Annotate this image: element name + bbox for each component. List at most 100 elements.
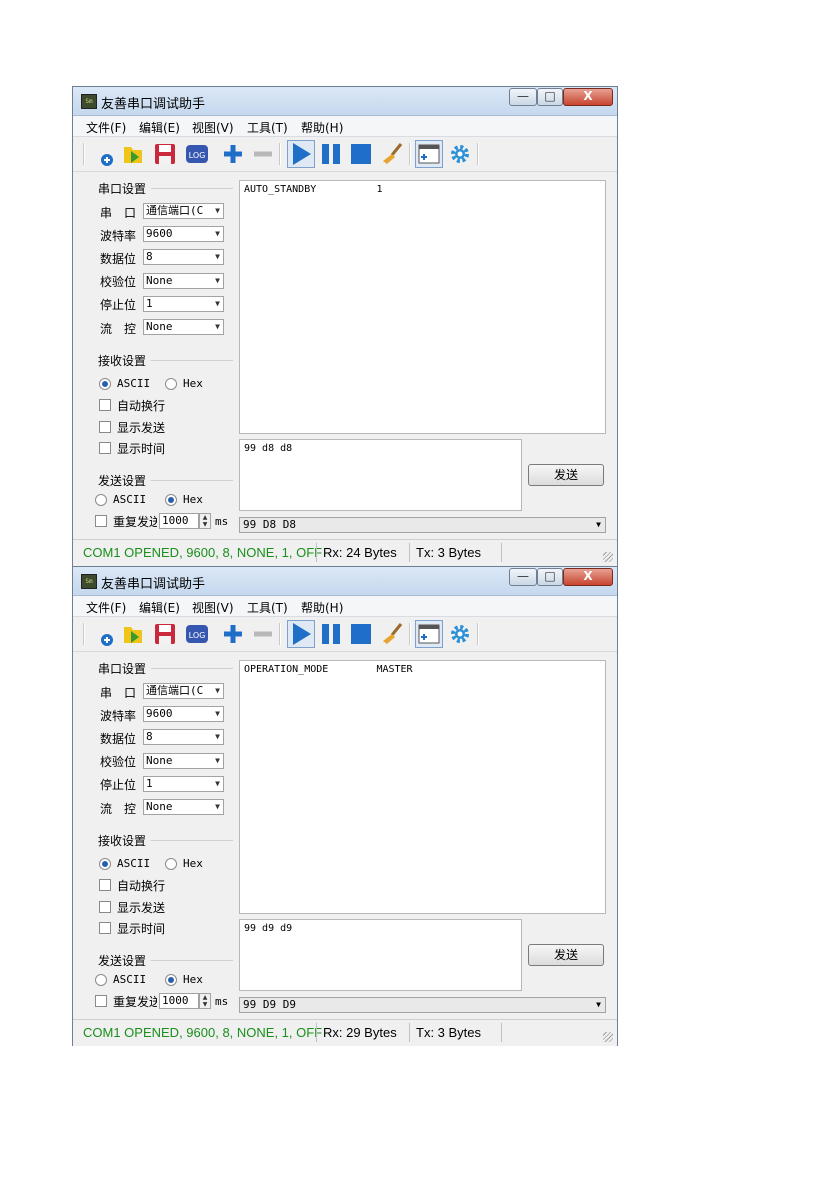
serial-settings-title: 串口设置 xyxy=(98,662,147,676)
receive-hex-radio[interactable] xyxy=(165,378,177,390)
broom-clear-icon[interactable] xyxy=(381,622,405,646)
show-send-checkbox[interactable] xyxy=(99,421,111,433)
title-bar[interactable]: Sm 友善串口调试助手 — □ X xyxy=(73,87,617,116)
auto-wrap-checkbox[interactable] xyxy=(99,399,111,411)
menu-help[interactable]: 帮助(H) xyxy=(301,119,343,136)
menu-edit[interactable]: 编辑(E) xyxy=(139,119,180,136)
play-icon[interactable] xyxy=(287,140,315,168)
group-divider xyxy=(151,360,233,361)
open-folder-icon[interactable] xyxy=(121,142,145,166)
toolbar-separator xyxy=(477,143,479,165)
show-send-checkbox[interactable] xyxy=(99,901,111,913)
interval-unit: ms xyxy=(215,995,229,1008)
send-button[interactable]: 发送 xyxy=(528,464,604,486)
add-icon[interactable] xyxy=(221,142,245,166)
settings-gear-icon[interactable] xyxy=(448,622,472,646)
maximize-button[interactable]: □ xyxy=(537,88,563,106)
new-connection-icon[interactable] xyxy=(93,622,117,646)
save-icon[interactable] xyxy=(153,142,177,166)
status-divider xyxy=(501,1023,502,1042)
log-icon[interactable]: LOG xyxy=(185,622,209,646)
flow-control-select[interactable]: None ▼ xyxy=(143,799,224,815)
parity-select[interactable]: None ▼ xyxy=(143,753,224,769)
receive-settings-title: 接收设置 xyxy=(98,354,147,368)
send-textarea[interactable]: 99 d8 d8 xyxy=(239,439,522,511)
resize-grip[interactable] xyxy=(603,552,613,562)
port-select[interactable]: 通信端口(C ▼ xyxy=(143,203,224,219)
parity-select[interactable]: None ▼ xyxy=(143,273,224,289)
show-time-checkbox[interactable] xyxy=(99,922,111,934)
group-divider xyxy=(151,668,233,669)
menu-edit[interactable]: 编辑(E) xyxy=(139,599,180,616)
send-history-select[interactable]: 99 D9 D9 ▼ xyxy=(239,997,606,1013)
stop-bits-select[interactable]: 1 ▼ xyxy=(143,296,224,312)
data-bits-select[interactable]: 8 ▼ xyxy=(143,729,224,745)
interval-stepper[interactable]: ▲ ▼ xyxy=(199,513,211,529)
window-title: 友善串口调试助手 xyxy=(101,97,206,112)
stop-icon[interactable] xyxy=(349,622,373,646)
log-icon[interactable]: LOG xyxy=(185,142,209,166)
serial-settings-title: 串口设置 xyxy=(98,182,147,196)
play-icon[interactable] xyxy=(287,620,315,648)
menu-file[interactable]: 文件(F) xyxy=(86,119,126,136)
baud-select[interactable]: 9600 ▼ xyxy=(143,706,224,722)
send-ascii-radio[interactable] xyxy=(95,494,107,506)
receive-ascii-radio[interactable] xyxy=(99,378,111,390)
repeat-send-checkbox[interactable] xyxy=(95,995,107,1007)
close-button[interactable]: X xyxy=(563,88,613,106)
receive-hex-radio[interactable] xyxy=(165,858,177,870)
interval-stepper[interactable]: ▲ ▼ xyxy=(199,993,211,1009)
add-icon[interactable] xyxy=(221,622,245,646)
send-button[interactable]: 发送 xyxy=(528,944,604,966)
minimize-button[interactable]: — xyxy=(509,568,537,586)
data-bits-select[interactable]: 8 ▼ xyxy=(143,249,224,265)
receive-ascii-radio[interactable] xyxy=(99,858,111,870)
pause-icon[interactable] xyxy=(319,142,343,166)
toolbar-separator xyxy=(409,623,411,645)
repeat-interval-input[interactable]: 1000 xyxy=(159,513,199,529)
stop-icon[interactable] xyxy=(349,142,373,166)
flow-control-select[interactable]: None ▼ xyxy=(143,319,224,335)
stop-bits-select[interactable]: 1 ▼ xyxy=(143,776,224,792)
remove-icon[interactable] xyxy=(251,622,275,646)
port-select[interactable]: 通信端口(C ▼ xyxy=(143,683,224,699)
menu-view[interactable]: 视图(V) xyxy=(192,599,234,616)
window-add-icon[interactable] xyxy=(415,620,443,648)
chevron-down-icon: ▼ xyxy=(215,229,220,238)
broom-clear-icon[interactable] xyxy=(381,142,405,166)
baud-select[interactable]: 9600 ▼ xyxy=(143,226,224,242)
menu-file[interactable]: 文件(F) xyxy=(86,599,126,616)
show-time-checkbox[interactable] xyxy=(99,442,111,454)
menu-tools[interactable]: 工具(T) xyxy=(247,599,288,616)
repeat-send-checkbox[interactable] xyxy=(95,515,107,527)
open-folder-icon[interactable] xyxy=(121,622,145,646)
send-hex-radio[interactable] xyxy=(165,494,177,506)
toolbar: LOG xyxy=(73,137,617,172)
receive-textarea[interactable]: OPERATION_MODE MASTER xyxy=(239,660,606,914)
send-ascii-radio[interactable] xyxy=(95,974,107,986)
menu-view[interactable]: 视图(V) xyxy=(192,119,234,136)
maximize-button[interactable]: □ xyxy=(537,568,563,586)
remove-icon[interactable] xyxy=(251,142,275,166)
settings-gear-icon[interactable] xyxy=(448,142,472,166)
repeat-interval-input[interactable]: 1000 xyxy=(159,993,199,1009)
pause-icon[interactable] xyxy=(319,622,343,646)
minimize-button[interactable]: — xyxy=(509,88,537,106)
menu-help[interactable]: 帮助(H) xyxy=(301,599,343,616)
title-bar[interactable]: Sm 友善串口调试助手 — □ X xyxy=(73,567,617,596)
status-divider xyxy=(316,1023,317,1042)
send-textarea[interactable]: 99 d9 d9 xyxy=(239,919,522,991)
svg-text:LOG: LOG xyxy=(189,151,206,160)
window-add-icon[interactable] xyxy=(415,140,443,168)
resize-grip[interactable] xyxy=(603,1032,613,1042)
close-button[interactable]: X xyxy=(563,568,613,586)
new-connection-icon[interactable] xyxy=(93,142,117,166)
save-icon[interactable] xyxy=(153,622,177,646)
send-ascii-label: ASCII xyxy=(113,493,147,506)
auto-wrap-checkbox[interactable] xyxy=(99,879,111,891)
send-history-select[interactable]: 99 D8 D8 ▼ xyxy=(239,517,606,533)
send-hex-radio[interactable] xyxy=(165,974,177,986)
receive-textarea[interactable]: AUTO_STANDBY 1 xyxy=(239,180,606,434)
menu-tools[interactable]: 工具(T) xyxy=(247,119,288,136)
toolbar: LOG xyxy=(73,617,617,652)
